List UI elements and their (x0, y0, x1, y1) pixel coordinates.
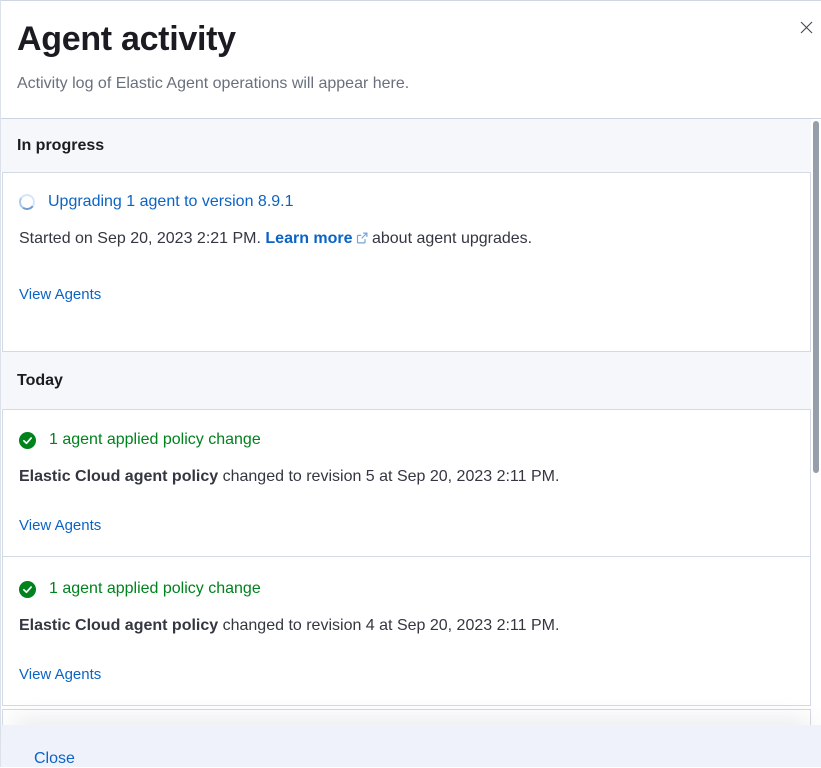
agent-activity-flyout: Agent activity Activity log of Elastic A… (0, 0, 821, 767)
section-label: Today (17, 372, 63, 390)
scrollbar-track[interactable] (811, 119, 821, 725)
section-header-in-progress: In progress (1, 119, 811, 172)
loading-spinner-icon (18, 193, 37, 212)
activity-card-upgrade: Upgrading 1 agent to version 8.9.1 Start… (2, 172, 811, 352)
activity-title-row: 1 agent applied policy change (19, 430, 794, 450)
activity-card-policy-change: 1 agent applied policy change Elastic Cl… (2, 409, 811, 557)
close-button[interactable] (797, 18, 815, 36)
view-agents-link[interactable]: View Agents (19, 286, 101, 303)
activity-description: Elastic Cloud agent policy changed to re… (19, 467, 794, 486)
policy-name: Elastic Cloud agent policy (19, 617, 218, 634)
flyout-header: Agent activity Activity log of Elastic A… (1, 1, 821, 119)
upgrade-activity-link[interactable]: Upgrading 1 agent to version 8.9.1 (48, 192, 294, 212)
footer-close-button[interactable]: Close (34, 749, 75, 768)
activity-title: 1 agent applied policy change (49, 430, 261, 450)
activity-title-row: Upgrading 1 agent to version 8.9.1 (19, 192, 794, 212)
activity-card-policy-change: 1 agent applied policy change Elastic Cl… (2, 556, 811, 706)
page-title: Agent activity (17, 18, 773, 60)
activity-title-row: 1 agent applied policy change (19, 579, 794, 599)
learn-more-link[interactable]: Learn more (265, 230, 367, 247)
flyout-footer: Close (1, 725, 821, 767)
activity-description: Elastic Cloud agent policy changed to re… (19, 616, 794, 635)
view-agents-link[interactable]: View Agents (19, 517, 101, 534)
activity-description: Started on Sep 20, 2023 2:21 PM. Learn m… (19, 229, 794, 249)
flyout-body: In progress Upgrading 1 agent to version… (1, 119, 821, 767)
view-agents-link[interactable]: View Agents (19, 666, 101, 683)
section-header-today: Today (1, 352, 811, 409)
section-label: In progress (17, 137, 104, 155)
external-link-icon (356, 230, 368, 249)
description-suffix: about agent upgrades. (368, 230, 533, 247)
learn-more-label: Learn more (265, 230, 352, 247)
activity-title: 1 agent applied policy change (49, 579, 261, 599)
check-in-circle-icon (19, 432, 36, 449)
close-icon (800, 21, 813, 34)
policy-detail: changed to revision 4 at Sep 20, 2023 2:… (218, 617, 559, 634)
check-in-circle-icon (19, 581, 36, 598)
description-prefix: Started on Sep 20, 2023 2:21 PM. (19, 230, 265, 247)
scrollbar-thumb[interactable] (813, 121, 819, 473)
policy-name: Elastic Cloud agent policy (19, 468, 218, 485)
page-subtitle: Activity log of Elastic Agent operations… (17, 74, 773, 93)
policy-detail: changed to revision 5 at Sep 20, 2023 2:… (218, 468, 559, 485)
